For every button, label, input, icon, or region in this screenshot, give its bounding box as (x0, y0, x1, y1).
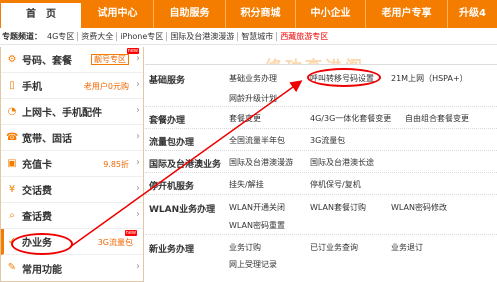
service-category: 停开机服务 (149, 182, 195, 192)
chevron-right-icon: › (136, 183, 140, 194)
service-category: 流量包办理 (149, 138, 195, 148)
zone-link-smart-city[interactable]: 智慧城市 (238, 31, 278, 41)
service-link[interactable]: WLAN套餐订购 (310, 202, 366, 213)
service-row-data-packs: 流量包办理 全国流量半年包 3G流量包 (145, 129, 497, 151)
menu-item-label: 常用功能 (22, 264, 62, 276)
menu-item-promo[interactable]: 靓号专区 (91, 54, 129, 65)
menu-item-label: 宽带、固话 (22, 134, 72, 145)
menu-item-label: 充值卡 (22, 160, 52, 171)
service-link[interactable]: 业务订购 (229, 242, 261, 253)
tab-existing-users[interactable]: 老用户专享 (366, 0, 448, 28)
service-category: 新业务办理 (149, 245, 195, 255)
service-link[interactable]: 已订业务查询 (310, 242, 358, 253)
chevron-right-icon: › (136, 131, 140, 142)
business-panel: 基础服务 基础业务办理 呼叫转移号码设置 21M上网（HSPA+） 网龄升级计划… (145, 64, 497, 273)
new-badge: new (124, 230, 137, 236)
service-row-plans: 套餐办理 套餐变更 4G/3G一体化套餐变更 自由组合套餐变更 (145, 107, 497, 129)
menu-item-label: 交话费 (22, 186, 52, 197)
tab-home[interactable]: 首 页 (0, 2, 82, 28)
service-row-new: 新业务办理 业务订购 已订业务查询 业务退订 网上受理记录 (145, 235, 497, 273)
service-category: 套餐办理 (149, 116, 186, 126)
service-category: 国际及台港澳业务 (149, 160, 222, 170)
service-row-suspend: 停开机服务 挂失/解挂 停机保号/复机 (145, 173, 497, 195)
tab-self-service[interactable]: 自助服务 (154, 0, 226, 28)
menu-item-label: 手机 (22, 82, 42, 93)
zone-link-iphone[interactable]: iPhone专区 (117, 31, 168, 41)
service-link[interactable]: 停机保号/复机 (310, 179, 361, 190)
highlight-ellipse-handle-business (11, 233, 73, 255)
service-row-wlan: WLAN业务办理 WLAN开通关闭 WLAN套餐订购 WLAN密码修改 WLAN… (145, 195, 497, 235)
menu-item-common-functions[interactable]: ✎ 常用功能 › (1, 255, 143, 281)
tab-points-mall[interactable]: 积分商城 (226, 0, 296, 28)
gear-icon: ⚙ (7, 53, 17, 65)
service-category: 基础服务 (149, 76, 186, 86)
top-nav: 首 页 试用中心 自助服务 积分商城 中小企业 老用户专享 升级4 (0, 0, 497, 28)
menu-item-label: 号码、套餐 (22, 56, 72, 67)
menu-item-label: 查话费 (22, 212, 52, 223)
menu-item-promo[interactable]: 9.85折 (103, 159, 129, 170)
service-link[interactable]: WLAN开通关闭 (229, 202, 285, 213)
phone-icon: ▯ (9, 79, 15, 91)
service-link[interactable]: 套餐变更 (229, 113, 261, 124)
topic-channel-label: 专题频道： (2, 31, 42, 41)
yen-icon: ¥ (8, 183, 16, 195)
service-link[interactable]: 4G/3G一体化套餐变更 (310, 113, 391, 124)
menu-item-data-cards[interactable]: ◔ 上网卡、手机配件 › (1, 99, 143, 125)
service-link[interactable]: 网上受理记录 (229, 259, 277, 270)
service-link[interactable]: 国际及台港澳漫游 (229, 157, 293, 168)
chevron-right-icon: › (136, 261, 140, 272)
zone-link-4g[interactable]: 4G专区 (44, 31, 79, 41)
chevron-right-icon: › (136, 79, 140, 90)
signal-icon: ◔ (7, 105, 17, 117)
service-link[interactable]: 网龄升级计划 (229, 93, 277, 104)
menu-item-pay-bill[interactable]: ¥ 交话费 › (1, 177, 143, 203)
tab-smb[interactable]: 中小企业 (296, 0, 366, 28)
service-link[interactable]: 全国流量半年包 (229, 135, 285, 146)
service-link[interactable]: 挂失/解挂 (229, 179, 264, 190)
service-row-international: 国际及台港澳业务 国际及台港澳漫游 国际及台港澳长途 (145, 151, 497, 173)
service-link[interactable]: 国际及台港澳长途 (310, 157, 374, 168)
menu-item-phones[interactable]: ▯ 手机 老用户0元购 › (1, 73, 143, 99)
service-link[interactable]: 业务退订 (391, 242, 423, 253)
service-link[interactable]: 基础业务办理 (229, 73, 277, 84)
card-icon: ▣ (7, 157, 17, 169)
service-link[interactable]: WLAN密码修改 (391, 202, 447, 213)
zone-link-roaming[interactable]: 国际及台港澳漫游 (167, 31, 239, 41)
tab-upgrade[interactable]: 升级4 (448, 0, 497, 28)
service-link[interactable]: WLAN密码重置 (229, 220, 285, 231)
menu-item-numbers-plans[interactable]: ⚙ 号码、套餐 靓号专区 new › (1, 47, 143, 73)
menu-item-promo[interactable]: 3G流量包 (98, 237, 133, 248)
service-link[interactable]: 21M上网（HSPA+） (391, 73, 468, 84)
highlight-ellipse-call-forwarding (307, 68, 381, 87)
zone-link-tariffs[interactable]: 资费大全 (78, 31, 118, 41)
tool-icon: ✎ (7, 262, 17, 273)
menu-item-promo[interactable]: 老用户0元购 (84, 81, 129, 92)
chevron-right-icon: › (136, 105, 140, 116)
handset-icon: ☎ (6, 131, 19, 143)
chevron-right-icon: › (136, 157, 140, 168)
topic-channel-bar: 专题频道： 4G专区 资费大全 iPhone专区 国际及台港澳漫游 智慧城市 西… (0, 28, 497, 45)
service-link[interactable]: 3G流量包 (310, 135, 345, 146)
chevron-right-icon: › (136, 209, 140, 220)
service-category: WLAN业务办理 (149, 205, 216, 215)
menu-item-check-bill[interactable]: ⌕ 查话费 › (1, 203, 143, 229)
service-link[interactable]: 自由组合套餐变更 (405, 113, 469, 124)
chevron-right-icon: › (136, 53, 140, 64)
menu-item-broadband[interactable]: ☎ 宽带、固话 › (1, 125, 143, 151)
menu-item-label: 上网卡、手机配件 (22, 108, 102, 119)
zone-link-tibet-travel[interactable]: 西藏旅游专区 (277, 32, 331, 41)
search-icon: ⌕ (9, 209, 15, 221)
menu-item-topup-cards[interactable]: ▣ 充值卡 9.85折 › (1, 151, 143, 177)
tab-trial-center[interactable]: 试用中心 (82, 0, 154, 28)
